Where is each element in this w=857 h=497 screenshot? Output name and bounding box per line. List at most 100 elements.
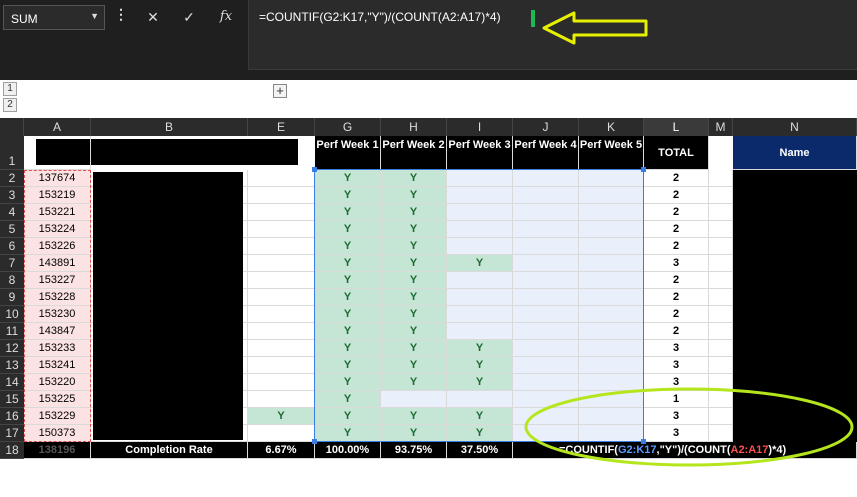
total-cell[interactable]: 3 bbox=[644, 340, 709, 357]
week-cell-g[interactable]: Y bbox=[315, 238, 381, 255]
total-cell[interactable]: 3 bbox=[644, 425, 709, 442]
row-header-10[interactable]: 10 bbox=[0, 306, 24, 323]
name-header[interactable]: Name bbox=[733, 136, 857, 170]
total-cell[interactable]: 2 bbox=[644, 221, 709, 238]
week-cell-i[interactable]: Y bbox=[447, 374, 513, 391]
row-header-3[interactable]: 3 bbox=[0, 187, 24, 204]
total-cell[interactable]: 2 bbox=[644, 204, 709, 221]
column-header-i[interactable]: I bbox=[447, 118, 513, 136]
id-cell[interactable]: 153233 bbox=[24, 340, 91, 357]
week-cell-k[interactable] bbox=[579, 238, 644, 255]
formula-edit-cell[interactable]: =COUNTIF(G2:K17,"Y")/(COUNT(A2:A17)*4) bbox=[555, 442, 857, 459]
cell-a1[interactable] bbox=[24, 136, 91, 170]
cell-m[interactable] bbox=[709, 374, 733, 391]
perf-week-header-k[interactable]: Perf Week 5 bbox=[579, 136, 644, 170]
week-cell-h[interactable]: Y bbox=[381, 238, 447, 255]
cell-e[interactable] bbox=[248, 340, 315, 357]
id-cell[interactable]: 137674 bbox=[24, 170, 91, 187]
week-cell-j[interactable] bbox=[513, 408, 579, 425]
id-cell[interactable]: 153230 bbox=[24, 306, 91, 323]
completion-rate-i[interactable]: 37.50% bbox=[447, 442, 513, 459]
week-cell-j[interactable] bbox=[513, 374, 579, 391]
row-header-5[interactable]: 5 bbox=[0, 221, 24, 238]
week-cell-g[interactable]: Y bbox=[315, 357, 381, 374]
cell-m[interactable] bbox=[709, 170, 733, 187]
week-cell-h[interactable]: Y bbox=[381, 187, 447, 204]
row-header-18[interactable]: 18 bbox=[0, 442, 24, 459]
week-cell-g[interactable]: Y bbox=[315, 408, 381, 425]
week-cell-j[interactable] bbox=[513, 289, 579, 306]
spreadsheet-grid[interactable]: A B E G H I J K L M N 1 2 3 4 5 6 7 8 9 10 11 12 13 14 15 16 17 18 Pe… bbox=[0, 118, 857, 497]
week-cell-k[interactable] bbox=[579, 187, 644, 204]
week-cell-h[interactable]: Y bbox=[381, 425, 447, 442]
total-header[interactable]: TOTAL bbox=[644, 136, 709, 170]
total-cell[interactable]: 3 bbox=[644, 408, 709, 425]
row-header-4[interactable]: 4 bbox=[0, 204, 24, 221]
perf-week-header-j[interactable]: Perf Week 4 bbox=[513, 136, 579, 170]
row-header-7[interactable]: 7 bbox=[0, 255, 24, 272]
completion-rate-h[interactable]: 93.75% bbox=[381, 442, 447, 459]
column-header-g[interactable]: G bbox=[315, 118, 381, 136]
week-cell-h[interactable]: Y bbox=[381, 408, 447, 425]
id-cell[interactable]: 153225 bbox=[24, 391, 91, 408]
cell-m[interactable] bbox=[709, 238, 733, 255]
week-cell-j[interactable] bbox=[513, 425, 579, 442]
perf-week-header-h[interactable]: Perf Week 2 bbox=[381, 136, 447, 170]
week-cell-g[interactable]: Y bbox=[315, 391, 381, 408]
week-cell-i[interactable] bbox=[447, 289, 513, 306]
id-cell[interactable]: 153226 bbox=[24, 238, 91, 255]
cell-e[interactable] bbox=[248, 204, 315, 221]
cell-m[interactable] bbox=[709, 425, 733, 442]
week-cell-j[interactable] bbox=[513, 323, 579, 340]
cell-e[interactable] bbox=[248, 255, 315, 272]
cell-m[interactable] bbox=[709, 323, 733, 340]
row-header-1[interactable]: 1 bbox=[0, 136, 24, 170]
id-cell[interactable]: 143891 bbox=[24, 255, 91, 272]
cell-m[interactable] bbox=[709, 340, 733, 357]
column-header-e[interactable]: E bbox=[248, 118, 315, 136]
id-cell[interactable]: 143847 bbox=[24, 323, 91, 340]
total-cell[interactable]: 2 bbox=[644, 306, 709, 323]
total-cell[interactable]: 1 bbox=[644, 391, 709, 408]
week-cell-h[interactable]: Y bbox=[381, 374, 447, 391]
week-cell-i[interactable]: Y bbox=[447, 408, 513, 425]
cell-e[interactable] bbox=[248, 187, 315, 204]
close-icon[interactable]: ✕ bbox=[139, 5, 167, 29]
week-cell-j[interactable] bbox=[513, 357, 579, 374]
cell-e[interactable] bbox=[248, 306, 315, 323]
week-cell-h[interactable]: Y bbox=[381, 306, 447, 323]
cell-e[interactable] bbox=[248, 425, 315, 442]
expand-group-button[interactable]: + bbox=[273, 84, 287, 98]
week-cell-k[interactable] bbox=[579, 272, 644, 289]
id-cell[interactable]: 153219 bbox=[24, 187, 91, 204]
week-cell-g[interactable]: Y bbox=[315, 221, 381, 238]
cell-e[interactable] bbox=[248, 272, 315, 289]
week-cell-k[interactable] bbox=[579, 323, 644, 340]
week-cell-g[interactable]: Y bbox=[315, 323, 381, 340]
selection-handle[interactable] bbox=[641, 439, 646, 444]
chevron-down-icon[interactable]: ▼ bbox=[90, 11, 99, 21]
total-cell[interactable]: 2 bbox=[644, 272, 709, 289]
week-cell-h[interactable]: Y bbox=[381, 272, 447, 289]
id-cell[interactable]: 153241 bbox=[24, 357, 91, 374]
week-cell-j[interactable] bbox=[513, 340, 579, 357]
week-cell-h[interactable]: Y bbox=[381, 357, 447, 374]
cell-e[interactable] bbox=[248, 238, 315, 255]
week-cell-h[interactable]: Y bbox=[381, 204, 447, 221]
week-cell-g[interactable]: Y bbox=[315, 374, 381, 391]
total-cell[interactable]: 2 bbox=[644, 238, 709, 255]
week-cell-h[interactable]: Y bbox=[381, 289, 447, 306]
row-header-8[interactable]: 8 bbox=[0, 272, 24, 289]
week-cell-i[interactable] bbox=[447, 221, 513, 238]
week-cell-i[interactable] bbox=[447, 204, 513, 221]
week-cell-i[interactable]: Y bbox=[447, 340, 513, 357]
week-cell-k[interactable] bbox=[579, 289, 644, 306]
selection-handle[interactable] bbox=[641, 167, 646, 172]
week-cell-h[interactable]: Y bbox=[381, 221, 447, 238]
id-cell[interactable]: 153220 bbox=[24, 374, 91, 391]
total-cell[interactable]: 2 bbox=[644, 187, 709, 204]
week-cell-k[interactable] bbox=[579, 306, 644, 323]
id-cell[interactable]: 153229 bbox=[24, 408, 91, 425]
week-cell-k[interactable] bbox=[579, 408, 644, 425]
week-cell-i[interactable] bbox=[447, 306, 513, 323]
